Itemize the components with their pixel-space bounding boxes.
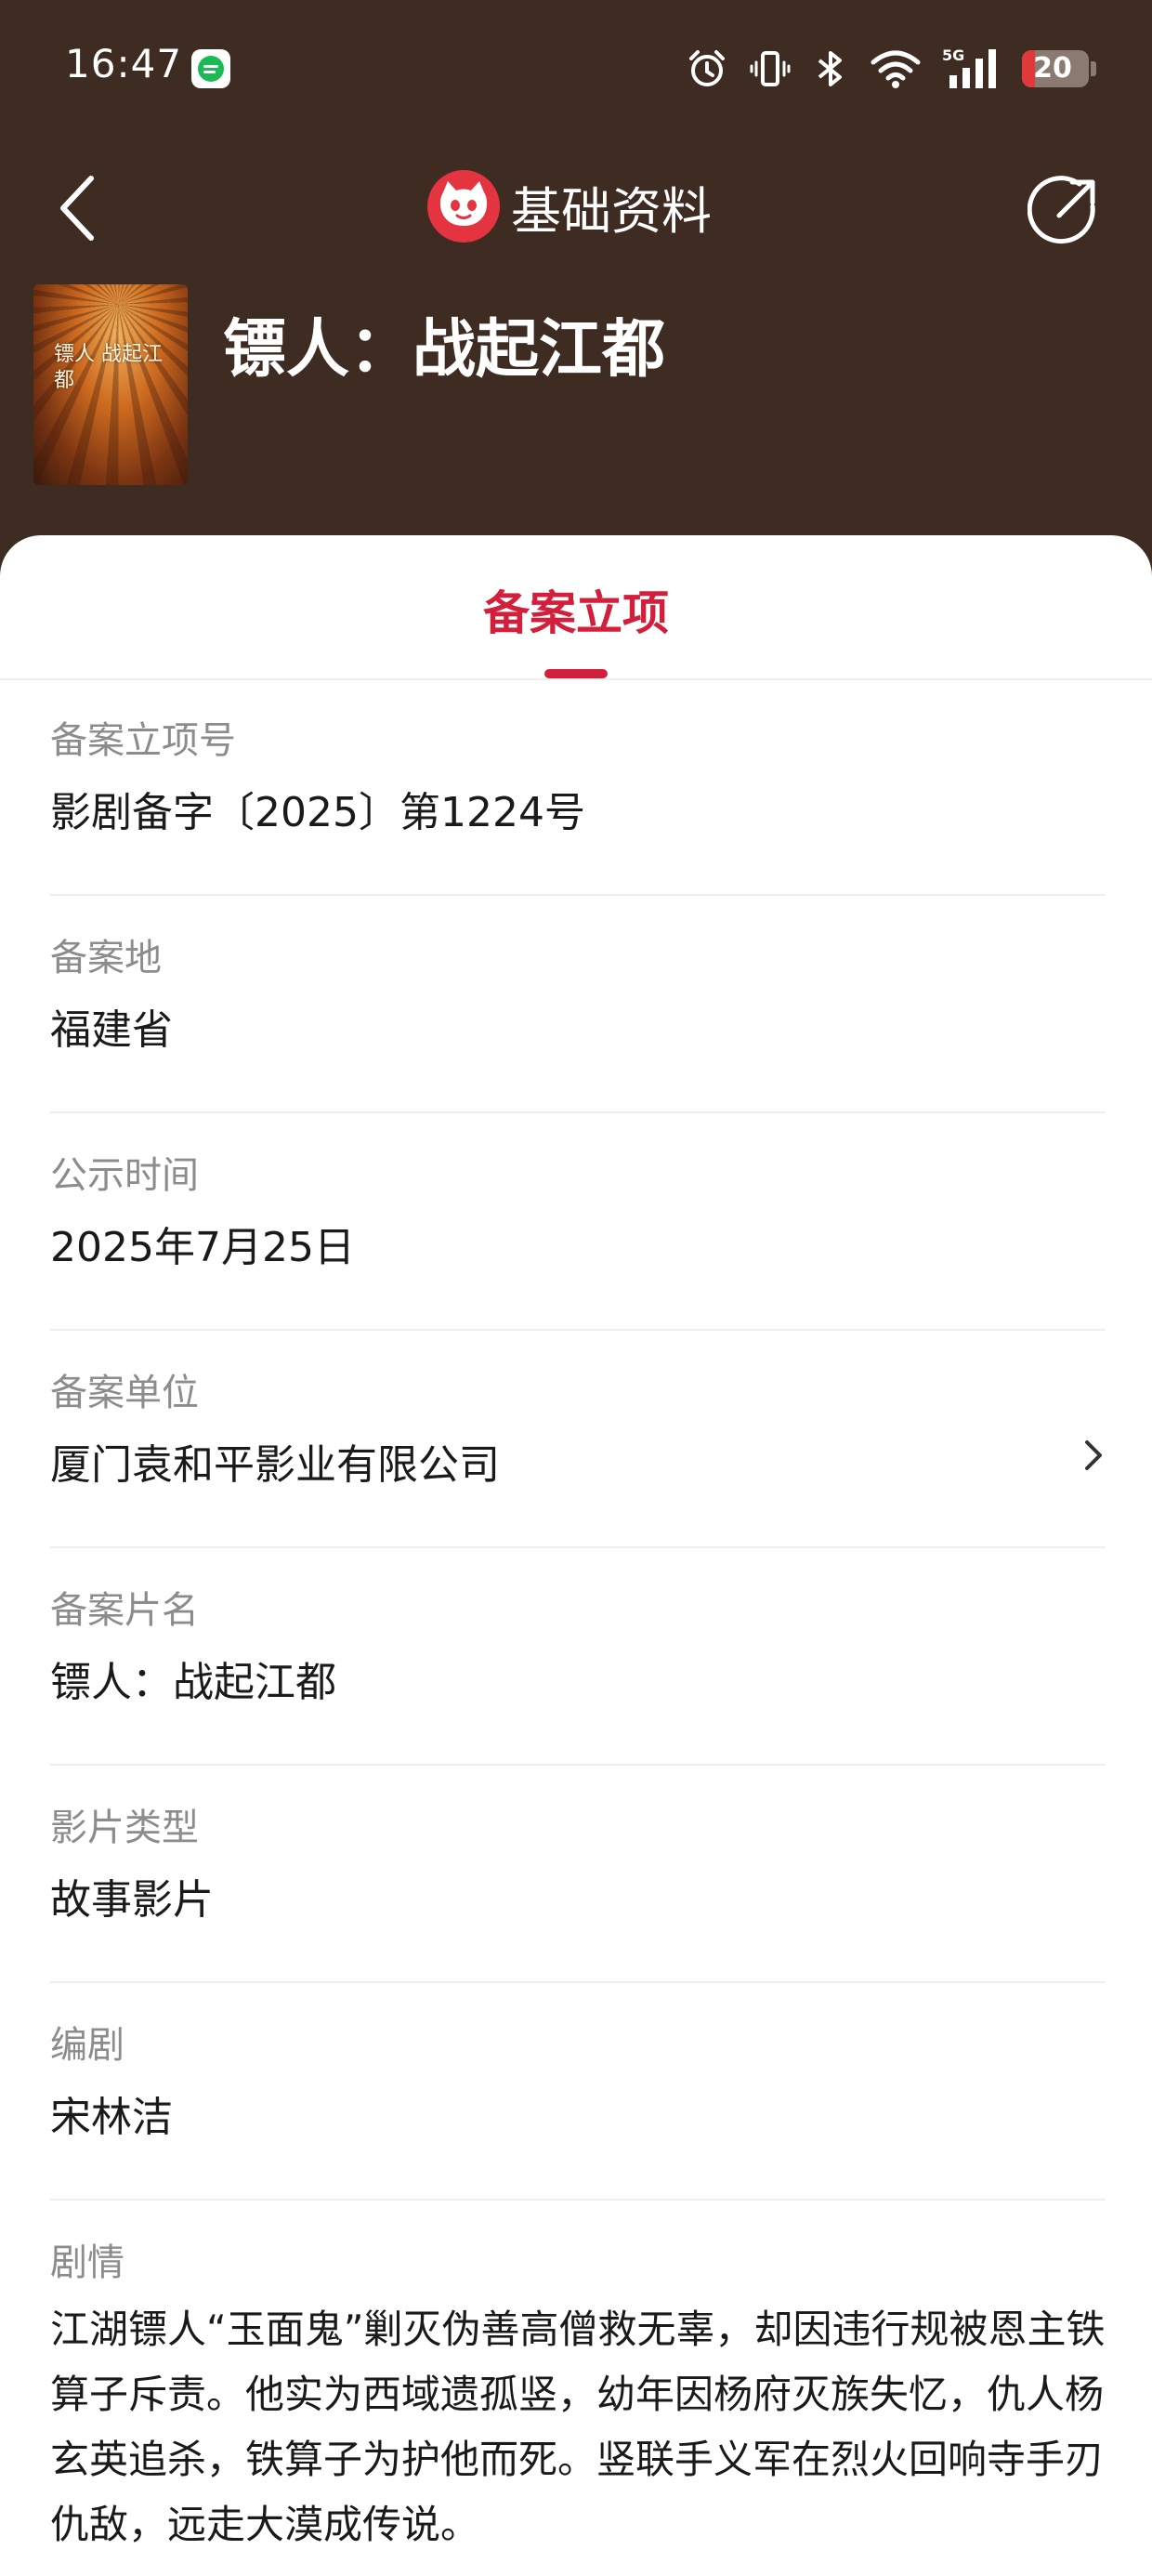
plot-text: 江湖镖人“玉面鬼”剿灭伪善高僧救无辜，却因违行规被恩主铁算子斥责。他实为西域遗孤… <box>50 2307 1106 2547</box>
field-value: 宋林洁 <box>50 2094 173 2141</box>
field-filing-number: 备案立项号 影剧备字〔2025〕第1224号 <box>50 678 1106 896</box>
field-value: 厦门袁和平影业有限公司 <box>50 1441 500 1489</box>
field-label: 备案立项号 <box>50 719 236 762</box>
tab-bar: 备案立项 <box>0 535 1152 680</box>
status-time: 16:47 <box>65 41 183 86</box>
field-label: 备案地 <box>50 937 162 979</box>
field-value: 2025年7月25日 <box>50 1224 355 1271</box>
field-label: 编剧 <box>50 2024 124 2067</box>
field-label: 剧情 <box>50 2241 124 2284</box>
vibrate-icon <box>750 51 791 86</box>
battery-cap <box>1091 61 1096 76</box>
field-value: 镖人：战起江都 <box>50 1659 336 1706</box>
alarm-icon <box>689 50 725 86</box>
field-filing-location: 备案地 福建省 <box>50 896 1106 1113</box>
wifi-icon <box>871 50 921 88</box>
field-plot: 剧情 江湖镖人“玉面鬼”剿灭伪善高僧救无辜，却因违行规被恩主铁算子斥责。他实为西… <box>50 2201 1106 2576</box>
chevron-right-icon <box>1085 1440 1102 1470</box>
tab-active-indicator <box>544 669 608 678</box>
network-type-label: 5G <box>942 46 964 64</box>
back-button[interactable] <box>52 171 108 245</box>
movie-poster[interactable]: 镖人 战起江都 <box>33 284 188 485</box>
poster-title-text: 镖人 战起江都 <box>54 343 163 392</box>
battery-percent: 20 <box>1033 52 1072 85</box>
bluetooth-icon <box>818 51 842 86</box>
page-title: 基础资料 <box>511 181 712 241</box>
back-arrow-icon <box>60 176 94 241</box>
status-icons: 5G 20 <box>686 45 1096 93</box>
share-button[interactable] <box>1027 173 1102 247</box>
field-screenwriter: 编剧 宋林洁 <box>50 1983 1106 2201</box>
share-icon <box>1027 176 1095 244</box>
field-label: 公示时间 <box>50 1154 199 1197</box>
field-publication-date: 公示时间 2025年7月25日 <box>50 1113 1106 1331</box>
field-value: 故事影片 <box>50 1876 214 1924</box>
battery-icon: 20 <box>1022 50 1089 87</box>
field-label: 备案片名 <box>50 1589 199 1632</box>
field-filing-company[interactable]: 备案单位 厦门袁和平影业有限公司 <box>50 1331 1106 1548</box>
nav-title-group: 基础资料 <box>427 169 712 243</box>
signal-icon: 5G <box>942 46 996 88</box>
cat-logo-icon <box>427 170 500 243</box>
field-value: 影剧备字〔2025〕第1224号 <box>50 789 585 836</box>
spotify-icon <box>191 49 230 88</box>
field-label: 影片类型 <box>50 1807 199 1849</box>
movie-title: 镖人：战起江都 <box>223 313 666 387</box>
field-value: 福建省 <box>50 1006 173 1054</box>
field-filing-title: 备案片名 镖人：战起江都 <box>50 1548 1106 1766</box>
field-label: 备案单位 <box>50 1372 199 1414</box>
content-card: 备案立项 备案立项号 影剧备字〔2025〕第1224号 备案地 福建省 公示时间… <box>0 535 1152 2576</box>
tab-filing-project[interactable]: 备案立项 <box>0 576 1152 643</box>
field-film-type: 影片类型 故事影片 <box>50 1766 1106 1983</box>
